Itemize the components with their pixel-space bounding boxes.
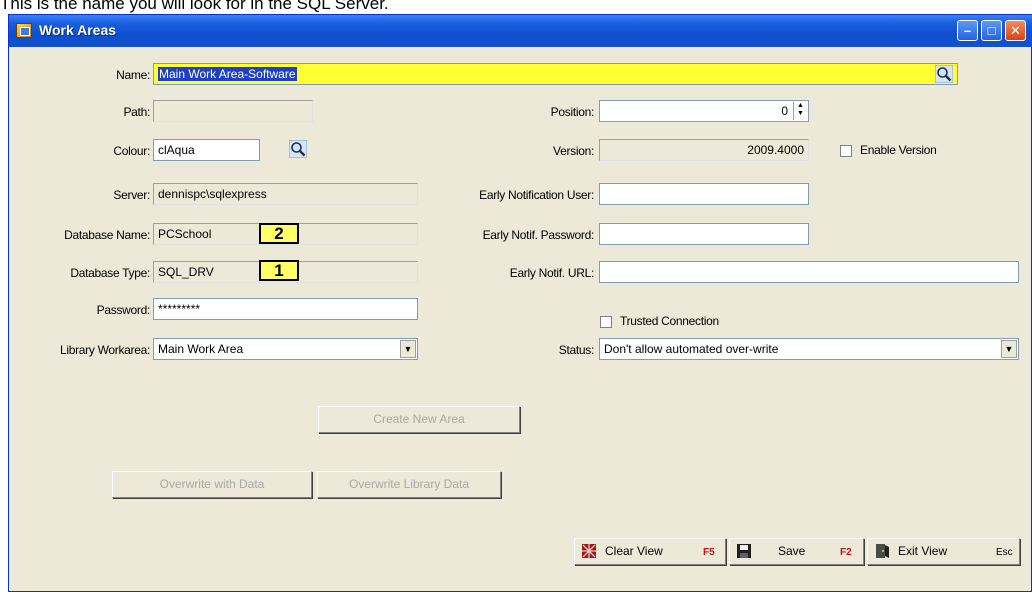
window-title: Work Areas (39, 22, 117, 38)
work-areas-window: Work Areas – □ ✕ Name: Main Work Area-So… (8, 14, 1032, 592)
status-label: Status: (558, 343, 595, 357)
position-label: Position: (550, 105, 595, 119)
caption-text: This is the name you will look for in th… (0, 0, 389, 13)
server-field[interactable]: dennispc\sqlexpress (153, 183, 418, 205)
enable-version-checkbox[interactable] (840, 145, 852, 157)
create-new-area-button[interactable]: Create New Area (318, 406, 520, 433)
save-label: Save (778, 544, 806, 558)
callout-badge-2: 2 (259, 223, 299, 244)
early-notif-url-label: Early Notif. URL: (509, 266, 595, 280)
clear-view-icon (582, 544, 596, 558)
close-button[interactable]: ✕ (1005, 20, 1026, 41)
exit-view-key: Esc (996, 547, 1013, 558)
callout-badge-1: 1 (259, 260, 299, 281)
overwrite-library-data-button[interactable]: Overwrite Library Data (317, 471, 501, 498)
library-workarea-select[interactable]: Main Work Area ▼ (153, 338, 418, 360)
early-notif-password-field[interactable] (599, 223, 809, 245)
status-value: Don't allow automated over-write (604, 342, 779, 356)
minimize-button[interactable]: – (957, 20, 978, 41)
save-key: F2 (840, 547, 852, 558)
early-notification-user-field[interactable] (599, 183, 809, 205)
library-workarea-label: Library Workarea: (59, 343, 150, 357)
path-field[interactable] (153, 100, 313, 122)
colour-search-icon[interactable] (289, 140, 307, 158)
colour-field[interactable]: clAqua (153, 139, 260, 161)
database-name-label: Database Name: (64, 228, 150, 242)
title-bar: Work Areas – □ ✕ (9, 15, 1032, 47)
app-icon (16, 23, 32, 38)
exit-view-label: Exit View (898, 544, 948, 558)
exit-view-button[interactable]: Exit View Esc (867, 538, 1020, 565)
search-icon[interactable] (935, 65, 953, 83)
clear-view-button[interactable]: Clear View F5 (574, 538, 726, 565)
server-label: Server: (113, 188, 150, 202)
name-field[interactable]: Main Work Area-Software (153, 63, 958, 85)
colour-label: Colour: (113, 144, 150, 158)
save-icon (737, 544, 751, 558)
position-field[interactable]: 0 ▲ ▼ (599, 100, 809, 122)
early-notification-user-label: Early Notification User: (479, 188, 594, 202)
path-label: Path: (123, 105, 150, 119)
maximize-button[interactable]: □ (981, 20, 1002, 41)
database-type-label: Database Type: (70, 266, 150, 280)
password-field[interactable]: ********* (153, 298, 418, 320)
status-select[interactable]: Don't allow automated over-write ▼ (599, 338, 1019, 360)
version-label: Version: (553, 144, 594, 158)
version-field[interactable]: 2009.4000 (599, 139, 809, 161)
trusted-connection-checkbox[interactable] (600, 316, 612, 328)
password-label: Password: (96, 303, 151, 317)
clear-view-label: Clear View (605, 544, 663, 558)
library-workarea-value: Main Work Area (158, 342, 244, 356)
name-value: Main Work Area-Software (158, 67, 297, 81)
early-notif-url-field[interactable] (599, 261, 1019, 283)
position-value: 0 (781, 104, 788, 118)
early-notif-password-label: Early Notif. Password: (482, 228, 595, 242)
enable-version-label: Enable Version (860, 143, 937, 157)
save-button[interactable]: Save F2 (729, 538, 864, 565)
spinner-icon[interactable]: ▲ ▼ (793, 102, 807, 120)
exit-door-icon (876, 544, 889, 558)
clear-view-key: F5 (703, 547, 715, 558)
name-label: Name: (116, 68, 150, 82)
form-area: Name: Main Work Area-Software Path: Colo… (12, 47, 1030, 590)
chevron-down-icon[interactable]: ▼ (400, 340, 416, 358)
status-chevron-down-icon[interactable]: ▼ (1001, 340, 1017, 358)
overwrite-with-data-button[interactable]: Overwrite with Data (112, 471, 312, 498)
trusted-connection-label: Trusted Connection (620, 314, 719, 328)
